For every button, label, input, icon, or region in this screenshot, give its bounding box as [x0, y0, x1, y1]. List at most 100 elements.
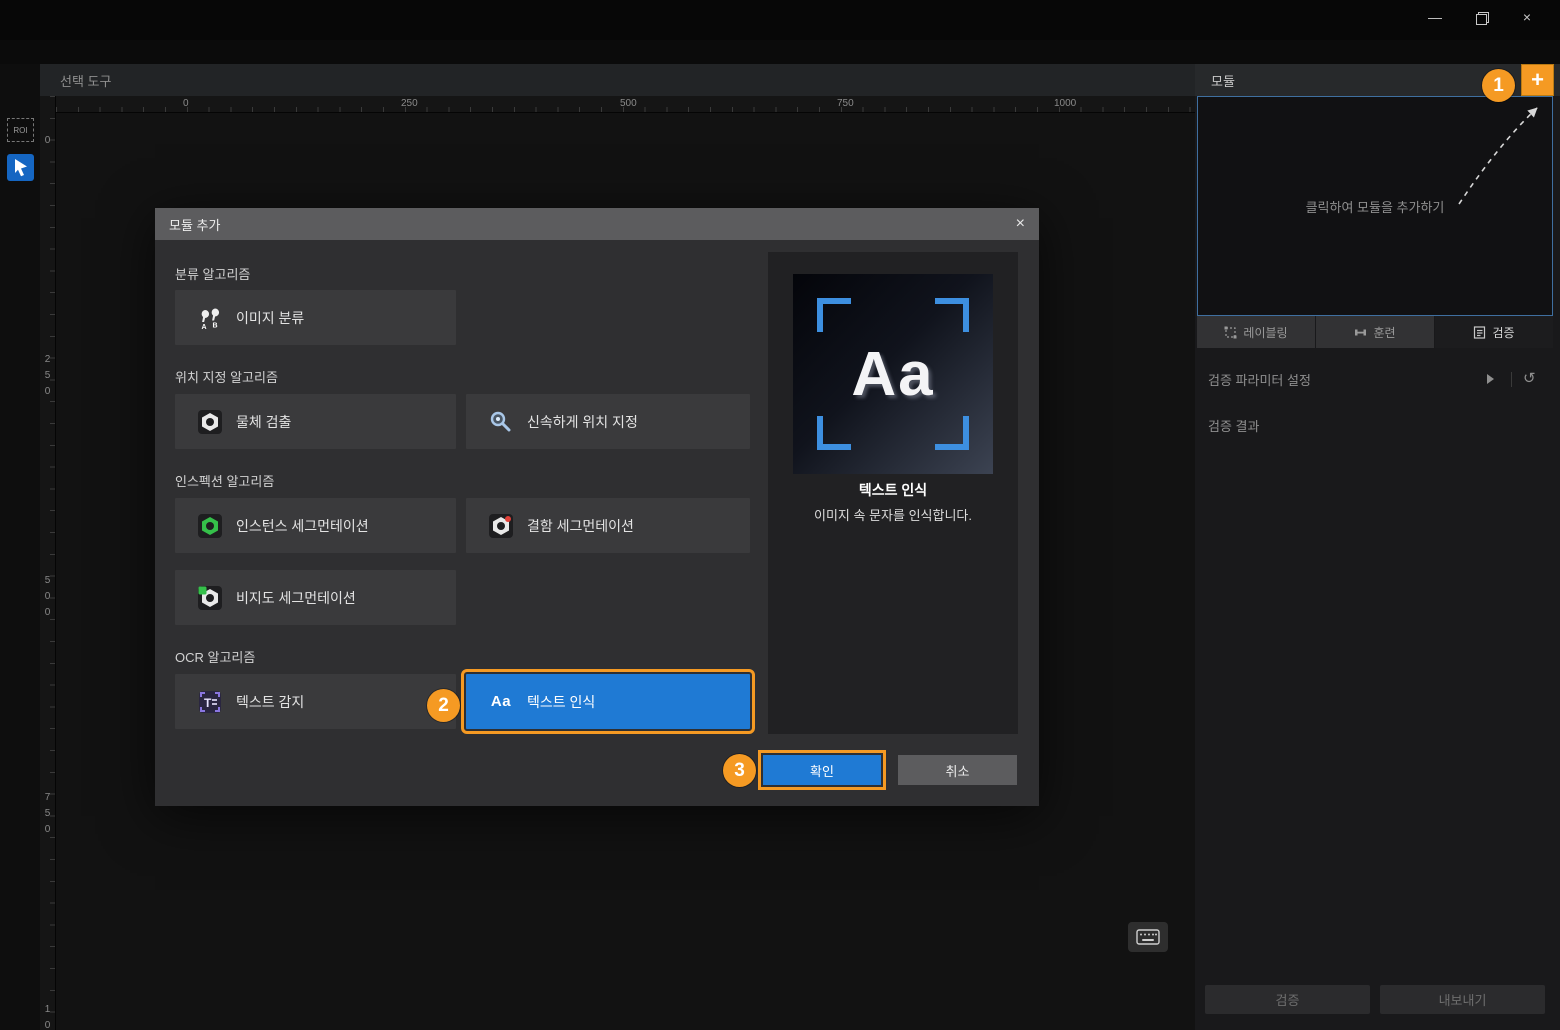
- module-panel-tabs: 레이블링 훈련 검증: [1197, 316, 1553, 348]
- module-object-detection-button[interactable]: 물체 검출: [175, 394, 456, 449]
- minimize-icon: —: [1428, 9, 1442, 25]
- validate-button-label: 검증: [1276, 990, 1300, 1009]
- text-recognition-icon: Aa: [488, 689, 514, 715]
- training-icon: [1354, 326, 1367, 339]
- text-recognition-glyph: Aa: [793, 274, 993, 474]
- tab-training-label: 훈련: [1373, 324, 1395, 341]
- roi-tool-icon[interactable]: ROI: [7, 118, 34, 142]
- validation-param-settings-label: 검증 파라미터 설정: [1208, 370, 1311, 389]
- module-unsupervised-segmentation-button[interactable]: 비지도 세그먼테이션: [175, 570, 456, 625]
- app-window: — × 선택 도구 ROI 0 250 500 750 1000 0 250 5…: [0, 0, 1560, 1030]
- validation-param-settings-row[interactable]: 검증 파라미터 설정 ↺: [1195, 360, 1560, 398]
- restore-button[interactable]: [1458, 4, 1504, 30]
- module-panel: 모듈 + 클릭하여 모듈을 추가하기 레이블링: [1195, 64, 1560, 1030]
- dialog-close-button[interactable]: ×: [1016, 216, 1025, 232]
- roi-tool-label: ROI: [13, 126, 27, 135]
- step-2-badge: 2: [427, 689, 460, 722]
- divider: [1511, 372, 1512, 387]
- plus-icon: +: [1531, 67, 1544, 93]
- h-ruler-tick: 0: [183, 98, 189, 109]
- module-label: 인스턴스 세그먼테이션: [236, 516, 369, 536]
- ok-button-label: 확인: [810, 761, 834, 780]
- module-preview-pane: Aa 텍스트 인식 이미지 속 문자를 인식합니다.: [768, 252, 1018, 734]
- step-1-badge: 1: [1482, 69, 1515, 102]
- section-classification-label: 분류 알고리즘: [175, 264, 250, 283]
- h-ruler-tick: 500: [620, 98, 637, 109]
- v-ruler-tick: 250: [43, 352, 52, 400]
- svg-text:T: T: [204, 696, 212, 710]
- tab-training[interactable]: 훈련: [1316, 316, 1434, 348]
- v-ruler-tick: 500: [43, 573, 52, 621]
- section-positioning-label: 위치 지정 알고리즘: [175, 367, 278, 386]
- horizontal-ruler: 0 250 500 750 1000: [56, 96, 1195, 113]
- module-label: 신속하게 위치 지정: [527, 412, 638, 432]
- cancel-button-label: 취소: [946, 761, 970, 780]
- instance-segmentation-icon: [197, 513, 223, 539]
- svg-text:A: A: [202, 324, 207, 331]
- tab-validation-label: 검증: [1492, 324, 1514, 341]
- left-tool-rail: ROI: [0, 64, 40, 1030]
- defect-segmentation-icon: [488, 513, 514, 539]
- module-empty-area[interactable]: 클릭하여 모듈을 추가하기: [1197, 96, 1553, 316]
- section-inspection-label: 인스펙션 알고리즘: [175, 471, 274, 490]
- add-module-dialog: 모듈 추가 × 분류 알고리즘 A B 이미지 분류 위치 지정 알고리즘: [155, 208, 1039, 806]
- module-label: 결함 세그먼테이션: [527, 516, 634, 536]
- object-detection-icon: [197, 409, 223, 435]
- module-fast-positioning-button[interactable]: 신속하게 위치 지정: [466, 394, 750, 449]
- window-titlebar[interactable]: — ×: [0, 0, 1560, 40]
- module-label: 물체 검출: [236, 412, 291, 432]
- virtual-keyboard-button[interactable]: [1128, 922, 1168, 952]
- minimize-button[interactable]: —: [1412, 4, 1458, 30]
- export-button[interactable]: 내보내기: [1380, 985, 1545, 1014]
- select-tool-icon[interactable]: [7, 154, 34, 181]
- cancel-button[interactable]: 취소: [898, 755, 1017, 785]
- validation-icon: [1473, 326, 1486, 339]
- tab-validation[interactable]: 검증: [1435, 316, 1553, 348]
- module-label: 텍스트 감지: [236, 692, 304, 712]
- module-text-recognition-button[interactable]: Aa 텍스트 인식: [466, 674, 750, 729]
- module-panel-title: 모듈: [1211, 71, 1235, 90]
- validate-button[interactable]: 검증: [1205, 985, 1370, 1014]
- module-image-classification-button[interactable]: A B 이미지 분류: [175, 290, 456, 345]
- v-ruler-tick: 0: [43, 133, 52, 149]
- window-controls: — ×: [1412, 4, 1550, 30]
- section-ocr-label: OCR 알고리즘: [175, 647, 255, 666]
- module-text-detection-button[interactable]: T 텍스트 감지: [175, 674, 456, 729]
- chevron-right-icon[interactable]: [1487, 374, 1494, 384]
- step-3-badge: 3: [723, 754, 756, 787]
- h-ruler-tick: 1000: [1054, 98, 1076, 109]
- dialog-titlebar[interactable]: 모듈 추가 ×: [155, 208, 1039, 240]
- h-ruler-tick: 750: [837, 98, 854, 109]
- add-module-button[interactable]: +: [1521, 64, 1554, 96]
- module-label: 이미지 분류: [236, 308, 304, 328]
- tab-labeling-label: 레이블링: [1243, 324, 1287, 341]
- restore-icon: [1476, 12, 1487, 23]
- ok-button[interactable]: 확인: [763, 755, 881, 785]
- export-button-label: 내보내기: [1439, 990, 1487, 1009]
- vertical-ruler: 0 250 500 750 10: [40, 96, 56, 1030]
- labeling-icon: [1224, 326, 1237, 339]
- history-icon[interactable]: ↺: [1523, 369, 1536, 387]
- keyboard-icon: [1136, 929, 1160, 945]
- h-ruler-tick: 250: [401, 98, 418, 109]
- v-ruler-tick: 750: [43, 790, 52, 838]
- workspace-toolbar: 선택 도구: [40, 64, 1195, 96]
- close-button[interactable]: ×: [1504, 4, 1550, 30]
- selection-tool-button[interactable]: 선택 도구: [60, 71, 111, 90]
- text-detection-icon: T: [197, 689, 223, 715]
- module-label: 텍스트 인식: [527, 692, 595, 712]
- tab-labeling[interactable]: 레이블링: [1197, 316, 1315, 348]
- dialog-body: 분류 알고리즘 A B 이미지 분류 위치 지정 알고리즘: [155, 240, 1039, 806]
- dialog-title: 모듈 추가: [169, 215, 220, 234]
- module-empty-hint: 클릭하여 모듈을 추가하기: [1306, 197, 1445, 216]
- image-classification-icon: A B: [197, 305, 223, 331]
- fast-positioning-icon: [488, 409, 514, 435]
- module-label: 비지도 세그먼테이션: [236, 588, 356, 608]
- module-defect-segmentation-button[interactable]: 결함 세그먼테이션: [466, 498, 750, 553]
- svg-text:B: B: [213, 322, 218, 329]
- v-ruler-tick: 10: [43, 1002, 52, 1030]
- preview-description: 이미지 속 문자를 인식합니다.: [768, 505, 1018, 524]
- validation-result-label: 검증 결과: [1208, 416, 1259, 435]
- module-preview-image: Aa: [793, 274, 993, 474]
- module-instance-segmentation-button[interactable]: 인스턴스 세그먼테이션: [175, 498, 456, 553]
